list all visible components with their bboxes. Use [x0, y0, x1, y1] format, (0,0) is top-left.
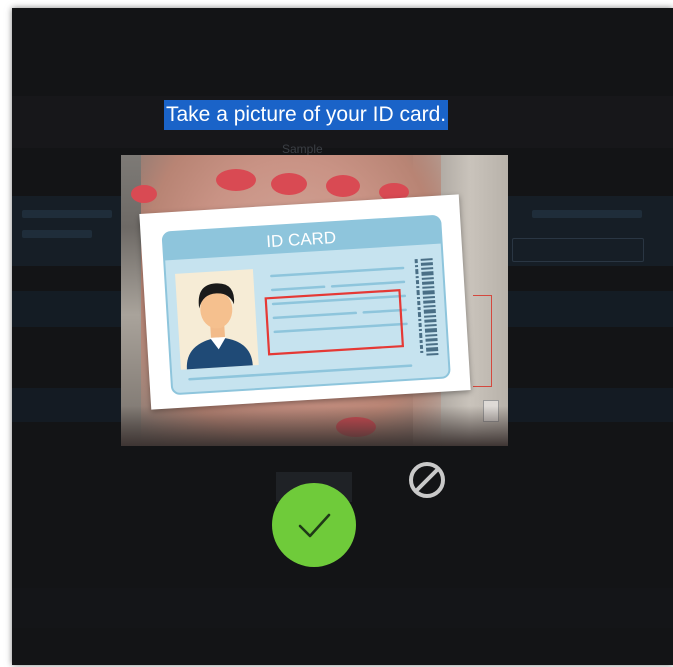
portrait-icon: [175, 269, 259, 370]
ghost-text: [532, 210, 642, 218]
faint-label: Sample: [282, 142, 323, 156]
instruction-title: Take a picture of your ID card.: [164, 100, 449, 130]
photo-fingernail: [326, 175, 360, 197]
photo-fingernail: [216, 169, 256, 191]
ghost-field: [512, 238, 644, 262]
ghost-text: [22, 230, 92, 238]
ghost-frame: [473, 295, 492, 387]
capture-screen: Sample Take a picture of your ID card. I…: [12, 8, 673, 665]
checkmark-icon: [298, 513, 331, 538]
photo-fingernail: [131, 185, 157, 203]
photo-fingernail: [271, 173, 307, 195]
id-card-graphic: ID CARD: [161, 215, 451, 395]
ghost-text: [22, 210, 112, 218]
photo-shadow: [121, 406, 508, 446]
prohibited-icon: [409, 462, 445, 498]
background-band: [12, 588, 673, 628]
cancel-button[interactable]: [405, 458, 449, 502]
confirm-button[interactable]: [272, 483, 356, 567]
id-card-image: ID CARD: [139, 194, 471, 410]
